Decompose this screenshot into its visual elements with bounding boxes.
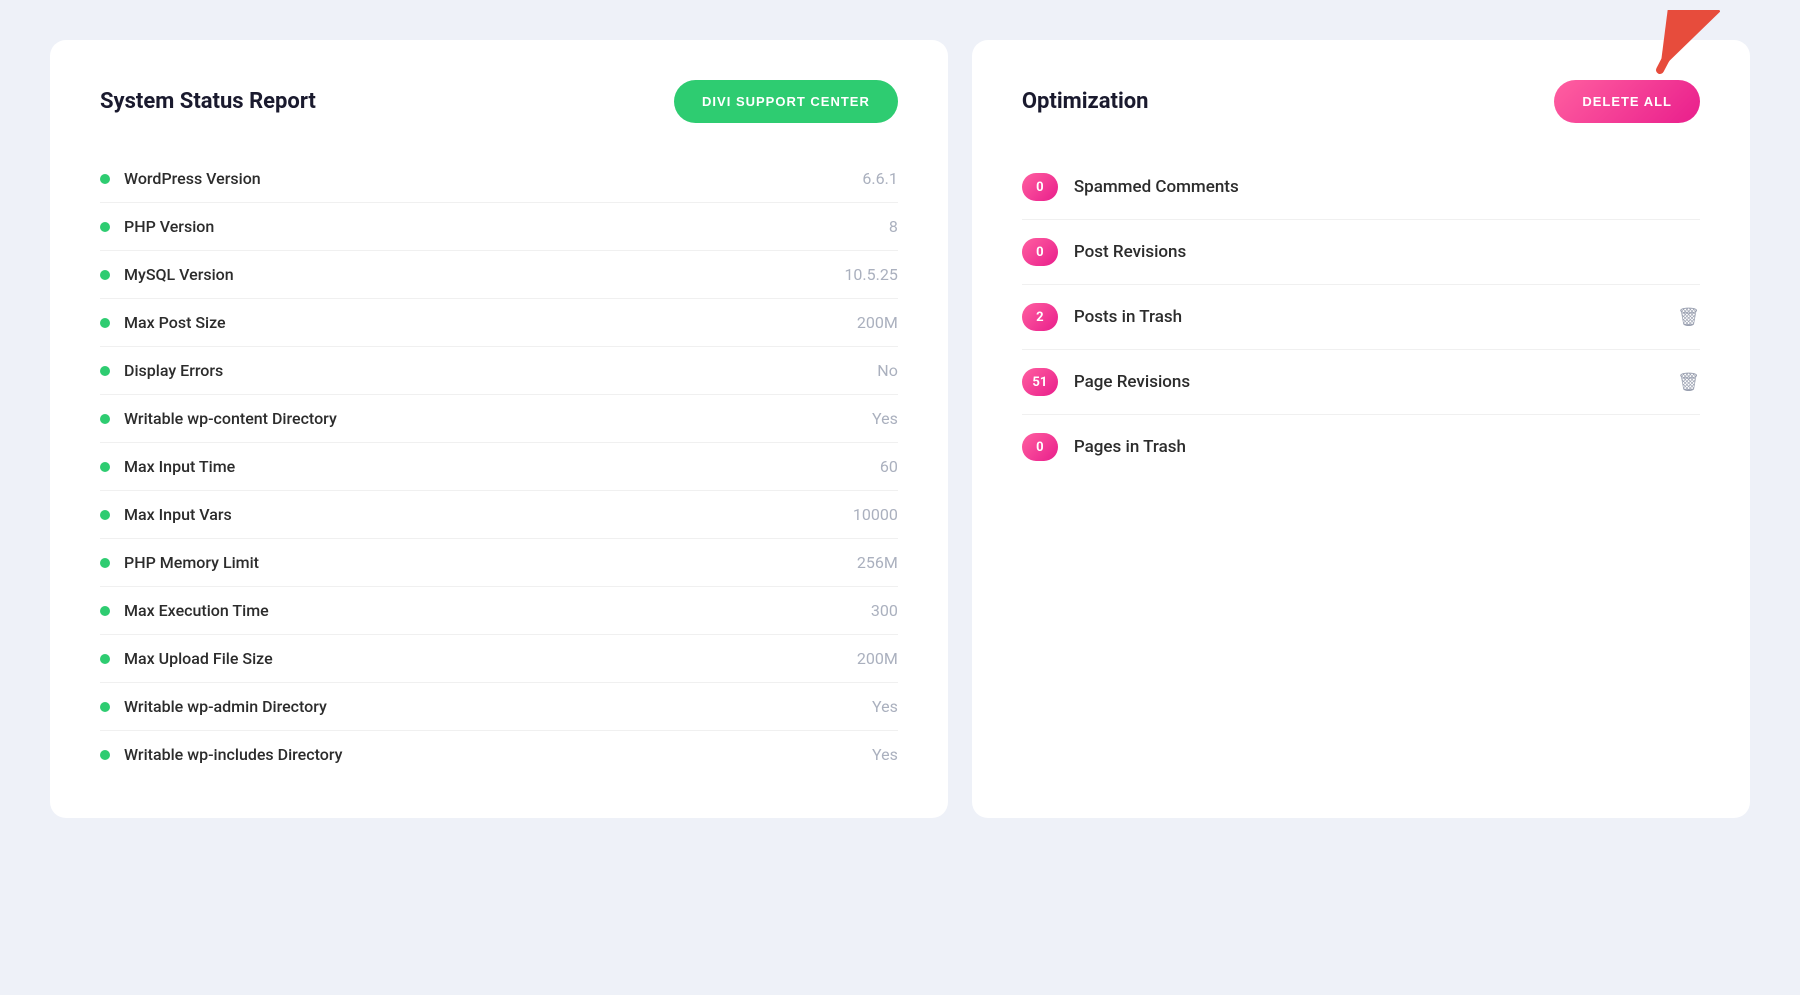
status-dot	[100, 414, 110, 424]
status-value: Yes	[872, 745, 898, 764]
status-label: PHP Memory Limit	[124, 553, 259, 572]
page-container: System Status Report DIVI SUPPORT CENTER…	[50, 40, 1750, 818]
status-item: Max Execution Time 300	[100, 587, 898, 635]
status-item-left: Max Input Vars	[100, 505, 232, 524]
trash-icon[interactable]: 🗑	[1677, 307, 1700, 328]
status-value: 256M	[857, 553, 898, 572]
status-dot	[100, 270, 110, 280]
status-dot	[100, 462, 110, 472]
status-label: Display Errors	[124, 361, 223, 380]
status-item-left: Max Input Time	[100, 457, 235, 476]
optimization-list: 0 Spammed Comments 0 Post Revisions 2 Po…	[1022, 155, 1700, 479]
status-list: WordPress Version 6.6.1 PHP Version 8 My…	[100, 155, 898, 778]
status-dot	[100, 318, 110, 328]
status-item: Writable wp-includes Directory Yes	[100, 731, 898, 778]
status-value: 6.6.1	[862, 169, 897, 188]
status-item: WordPress Version 6.6.1	[100, 155, 898, 203]
opt-label: Post Revisions	[1074, 242, 1700, 262]
delete-all-button[interactable]: DELETE ALL	[1554, 80, 1700, 123]
opt-label: Spammed Comments	[1074, 177, 1700, 197]
status-label: WordPress Version	[124, 169, 261, 188]
opt-label: Page Revisions	[1074, 372, 1661, 392]
opt-badge: 0	[1022, 433, 1058, 461]
system-status-title: System Status Report	[100, 89, 316, 114]
status-value: Yes	[872, 697, 898, 716]
status-label: MySQL Version	[124, 265, 234, 284]
status-item: Max Input Vars 10000	[100, 491, 898, 539]
status-dot	[100, 174, 110, 184]
status-label: Max Upload File Size	[124, 649, 273, 668]
status-item-left: MySQL Version	[100, 265, 234, 284]
status-value: Yes	[872, 409, 898, 428]
optimization-title: Optimization	[1022, 89, 1149, 114]
status-item-left: Max Upload File Size	[100, 649, 273, 668]
status-value: 300	[871, 601, 898, 620]
opt-item: 0 Spammed Comments	[1022, 155, 1700, 220]
status-dot	[100, 750, 110, 760]
status-label: Writable wp-includes Directory	[124, 745, 342, 764]
status-dot	[100, 222, 110, 232]
optimization-header: Optimization DELETE ALL	[1022, 80, 1700, 123]
status-value: 8	[889, 217, 898, 236]
opt-label: Posts in Trash	[1074, 307, 1661, 327]
trash-icon[interactable]: 🗑	[1677, 372, 1700, 393]
status-dot	[100, 558, 110, 568]
status-label: Writable wp-admin Directory	[124, 697, 327, 716]
system-status-header: System Status Report DIVI SUPPORT CENTER	[100, 80, 898, 123]
status-label: PHP Version	[124, 217, 214, 236]
status-item-left: PHP Memory Limit	[100, 553, 259, 572]
status-item: Max Input Time 60	[100, 443, 898, 491]
status-item-left: PHP Version	[100, 217, 214, 236]
status-value: No	[877, 361, 898, 380]
status-item: Writable wp-admin Directory Yes	[100, 683, 898, 731]
status-item-left: Writable wp-admin Directory	[100, 697, 327, 716]
opt-badge: 2	[1022, 303, 1058, 331]
opt-item: 2 Posts in Trash 🗑	[1022, 285, 1700, 350]
status-dot	[100, 510, 110, 520]
status-item-left: Max Execution Time	[100, 601, 269, 620]
system-status-card: System Status Report DIVI SUPPORT CENTER…	[50, 40, 948, 818]
status-item-left: Writable wp-content Directory	[100, 409, 337, 428]
status-value: 60	[880, 457, 898, 476]
status-label: Max Post Size	[124, 313, 226, 332]
status-value: 200M	[857, 313, 898, 332]
status-item-left: Max Post Size	[100, 313, 226, 332]
status-item: MySQL Version 10.5.25	[100, 251, 898, 299]
status-item: PHP Version 8	[100, 203, 898, 251]
opt-item: 0 Pages in Trash	[1022, 415, 1700, 479]
optimization-card: Optimization DELETE ALL 0 Spammed Commen…	[972, 40, 1750, 818]
opt-badge: 51	[1022, 368, 1058, 396]
status-item: Max Upload File Size 200M	[100, 635, 898, 683]
status-item: Display Errors No	[100, 347, 898, 395]
status-label: Max Input Vars	[124, 505, 232, 524]
status-item: Max Post Size 200M	[100, 299, 898, 347]
status-item-left: Writable wp-includes Directory	[100, 745, 342, 764]
status-dot	[100, 702, 110, 712]
status-item-left: WordPress Version	[100, 169, 261, 188]
opt-item: 0 Post Revisions	[1022, 220, 1700, 285]
opt-badge: 0	[1022, 173, 1058, 201]
status-item: PHP Memory Limit 256M	[100, 539, 898, 587]
status-dot	[100, 654, 110, 664]
status-dot	[100, 606, 110, 616]
status-value: 10000	[853, 505, 898, 524]
status-label: Max Execution Time	[124, 601, 269, 620]
opt-label: Pages in Trash	[1074, 437, 1700, 457]
status-label: Writable wp-content Directory	[124, 409, 337, 428]
status-item-left: Display Errors	[100, 361, 223, 380]
status-label: Max Input Time	[124, 457, 235, 476]
status-item: Writable wp-content Directory Yes	[100, 395, 898, 443]
divi-support-center-button[interactable]: DIVI SUPPORT CENTER	[674, 80, 898, 123]
status-value: 200M	[857, 649, 898, 668]
status-value: 10.5.25	[844, 265, 897, 284]
opt-item: 51 Page Revisions 🗑	[1022, 350, 1700, 415]
status-dot	[100, 366, 110, 376]
opt-badge: 0	[1022, 238, 1058, 266]
